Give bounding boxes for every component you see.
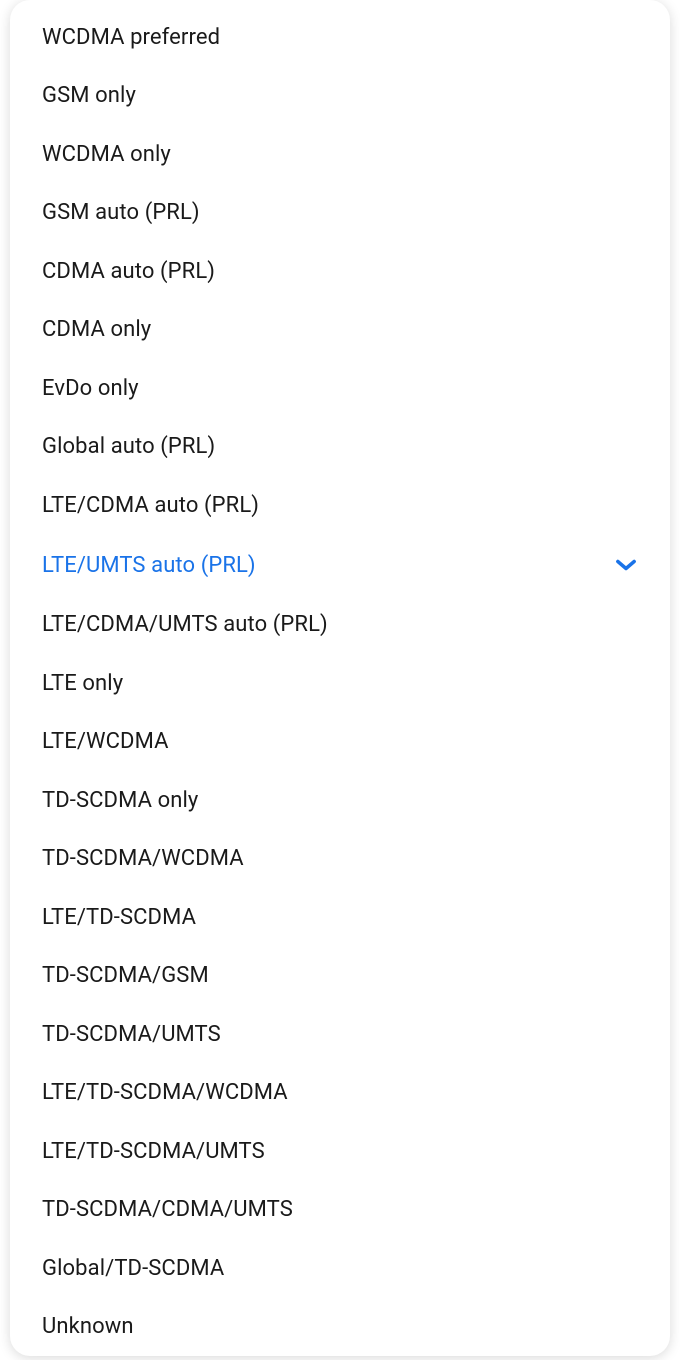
network-option[interactable]: TD-SCDMA/WCDMA — [10, 830, 670, 889]
network-option-label: WCDMA only — [42, 142, 171, 167]
network-option[interactable]: LTE/TD-SCDMA/UMTS — [10, 1122, 670, 1181]
network-option-label: TD-SCDMA/GSM — [42, 963, 209, 988]
network-option[interactable]: EvDo only — [10, 359, 670, 418]
network-option[interactable]: WCDMA preferred — [10, 8, 670, 67]
network-option[interactable]: TD-SCDMA/UMTS — [10, 1005, 670, 1064]
network-option-label: LTE/CDMA auto (PRL) — [42, 493, 259, 518]
network-option[interactable]: CDMA only — [10, 301, 670, 360]
network-option[interactable]: GSM auto (PRL) — [10, 184, 670, 243]
network-option-label: TD-SCDMA/CDMA/UMTS — [42, 1197, 293, 1222]
network-option-label: LTE/TD-SCDMA/UMTS — [42, 1139, 265, 1164]
network-option-label: CDMA auto (PRL) — [42, 259, 215, 284]
network-option-label: TD-SCDMA only — [42, 788, 198, 813]
network-option-label: Global auto (PRL) — [42, 434, 215, 459]
network-option-label: EvDo only — [42, 376, 139, 401]
network-option[interactable]: TD-SCDMA only — [10, 771, 670, 830]
network-option-label: CDMA only — [42, 317, 151, 342]
network-option-label: Unknown — [42, 1314, 134, 1339]
network-option[interactable]: WCDMA only — [10, 125, 670, 184]
network-option[interactable]: CDMA auto (PRL) — [10, 242, 670, 301]
network-option-label: LTE/WCDMA — [42, 729, 169, 754]
network-option-label: Global/TD-SCDMA — [42, 1256, 224, 1281]
network-option[interactable]: Global auto (PRL) — [10, 418, 670, 477]
network-option[interactable]: LTE/TD-SCDMA — [10, 888, 670, 947]
network-option[interactable]: Unknown — [10, 1298, 670, 1357]
network-type-dialog: WCDMA preferred GSM only WCDMA only GSM aut… — [10, 0, 670, 1356]
network-option-label: TD-SCDMA/UMTS — [42, 1022, 221, 1047]
network-option[interactable]: LTE only — [10, 654, 670, 713]
network-option[interactable]: LTE/WCDMA — [10, 713, 670, 772]
network-option-label: LTE/TD-SCDMA/WCDMA — [42, 1080, 288, 1105]
network-option-label: GSM auto (PRL) — [42, 200, 200, 225]
network-option[interactable]: LTE/CDMA auto (PRL) — [10, 476, 670, 535]
network-option[interactable]: LTE/UMTS auto (PRL) — [10, 535, 670, 596]
network-option-label: LTE/CDMA/UMTS auto (PRL) — [42, 612, 328, 637]
network-option-label: LTE/UMTS auto (PRL) — [42, 553, 256, 578]
network-option-label: TD-SCDMA/WCDMA — [42, 846, 244, 871]
network-option[interactable]: TD-SCDMA/CDMA/UMTS — [10, 1181, 670, 1240]
network-option-label: WCDMA preferred — [42, 25, 220, 50]
checkmark-icon — [612, 551, 640, 579]
network-option[interactable]: GSM only — [10, 67, 670, 126]
network-option-label: LTE/TD-SCDMA — [42, 905, 196, 930]
network-option-label: LTE only — [42, 671, 123, 696]
network-option[interactable]: LTE/TD-SCDMA/WCDMA — [10, 1064, 670, 1123]
network-option[interactable]: Global/TD-SCDMA — [10, 1239, 670, 1298]
network-option[interactable]: LTE/CDMA/UMTS auto (PRL) — [10, 596, 670, 655]
network-option-label: GSM only — [42, 83, 136, 108]
network-option[interactable]: TD-SCDMA/GSM — [10, 947, 670, 1006]
